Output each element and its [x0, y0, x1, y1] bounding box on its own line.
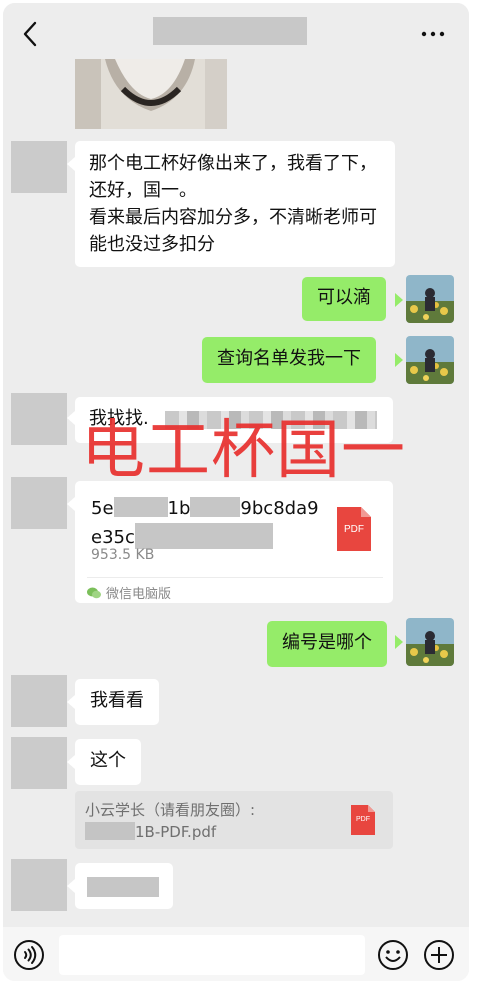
- avatar-sender[interactable]: [11, 859, 67, 911]
- message-text: 那个电工杯好像出来了，我看了下，还好，国一。: [89, 153, 377, 201]
- bubble-tail: [67, 497, 75, 511]
- avatar-image: [406, 618, 454, 666]
- avatar-image: [406, 275, 454, 323]
- photo-fragment: [75, 59, 227, 129]
- plus-icon: [424, 940, 454, 970]
- avatar-sender[interactable]: [11, 675, 67, 727]
- bubble-tail: [67, 879, 75, 893]
- message-text: 我看看: [90, 690, 144, 711]
- pdf-file-icon: PDF: [337, 507, 371, 551]
- avatar-self[interactable]: [406, 275, 454, 323]
- message-text: 编号是哪个: [282, 632, 372, 653]
- file-name: 5e 1b 9bc8da9: [91, 497, 319, 519]
- avatar-sender[interactable]: [11, 737, 67, 789]
- message-text: 查询名单发我一下: [217, 348, 361, 369]
- wechat-icon: [87, 587, 101, 598]
- message-bubble-self[interactable]: 可以滴: [302, 277, 386, 321]
- message-bubble[interactable]: 我看看: [75, 679, 159, 725]
- redacted-text: [87, 877, 159, 897]
- message-input[interactable]: [59, 935, 365, 975]
- more-button[interactable]: [418, 21, 448, 47]
- avatar-sender[interactable]: [11, 393, 67, 445]
- emoji-icon: [378, 940, 408, 970]
- divider: [87, 577, 383, 578]
- quoted-file-card[interactable]: 小云学长（请看朋友圈）: 1B-PDF.pdf PDF: [75, 791, 393, 849]
- emoji-button[interactable]: [377, 939, 409, 971]
- bubble-tail: [395, 293, 403, 307]
- message-text: 看来最后内容加分多，不清晰老师可能也没过多扣分: [89, 207, 377, 255]
- bubble-tail: [67, 411, 75, 425]
- bubble-tail: [67, 695, 75, 709]
- message-bubble[interactable]: 这个: [75, 739, 141, 785]
- voice-icon: [14, 940, 44, 970]
- avatar-self[interactable]: [406, 618, 454, 666]
- shared-image[interactable]: [75, 59, 227, 129]
- avatar-image: [406, 336, 454, 384]
- chevron-left-icon: [23, 21, 37, 47]
- bubble-tail: [395, 353, 403, 367]
- quoted-file-title: 小云学长（请看朋友圈）:: [85, 801, 256, 819]
- quoted-file-name: 1B-PDF.pdf: [85, 822, 216, 841]
- avatar-sender[interactable]: [11, 477, 67, 529]
- avatar-self[interactable]: [406, 336, 454, 384]
- more-dots-icon: [421, 31, 445, 37]
- plus-button[interactable]: [423, 939, 455, 971]
- file-name-line2: e35c: [91, 523, 273, 549]
- red-watermark-text: 电工杯国一: [81, 414, 406, 488]
- file-message-card[interactable]: 5e 1b 9bc8da9 e35c 953.5 KB PDF 微信电脑版: [75, 481, 393, 603]
- message-text: 可以滴: [317, 287, 371, 308]
- message-bubble-self[interactable]: 查询名单发我一下: [202, 337, 376, 383]
- chat-title-redacted: [153, 17, 307, 45]
- input-bar: [3, 927, 469, 981]
- bubble-tail: [67, 755, 75, 769]
- top-bar: [3, 3, 469, 63]
- bubble-tail: [67, 157, 75, 171]
- file-source: 微信电脑版: [87, 583, 171, 602]
- message-text: 这个: [90, 750, 126, 771]
- bubble-tail: [395, 635, 403, 649]
- file-size: 953.5 KB: [91, 547, 155, 563]
- message-bubble[interactable]: [75, 863, 173, 909]
- message-bubble[interactable]: 那个电工杯好像出来了，我看了下，还好，国一。 看来最后内容加分多，不清晰老师可能…: [75, 141, 395, 267]
- message-bubble-self[interactable]: 编号是哪个: [267, 621, 387, 667]
- chat-screen: 那个电工杯好像出来了，我看了下，还好，国一。 看来最后内容加分多，不清晰老师可能…: [3, 3, 469, 981]
- avatar-sender[interactable]: [11, 141, 67, 193]
- voice-button[interactable]: [13, 939, 45, 971]
- pdf-file-icon: PDF: [351, 805, 375, 835]
- back-button[interactable]: [17, 19, 43, 49]
